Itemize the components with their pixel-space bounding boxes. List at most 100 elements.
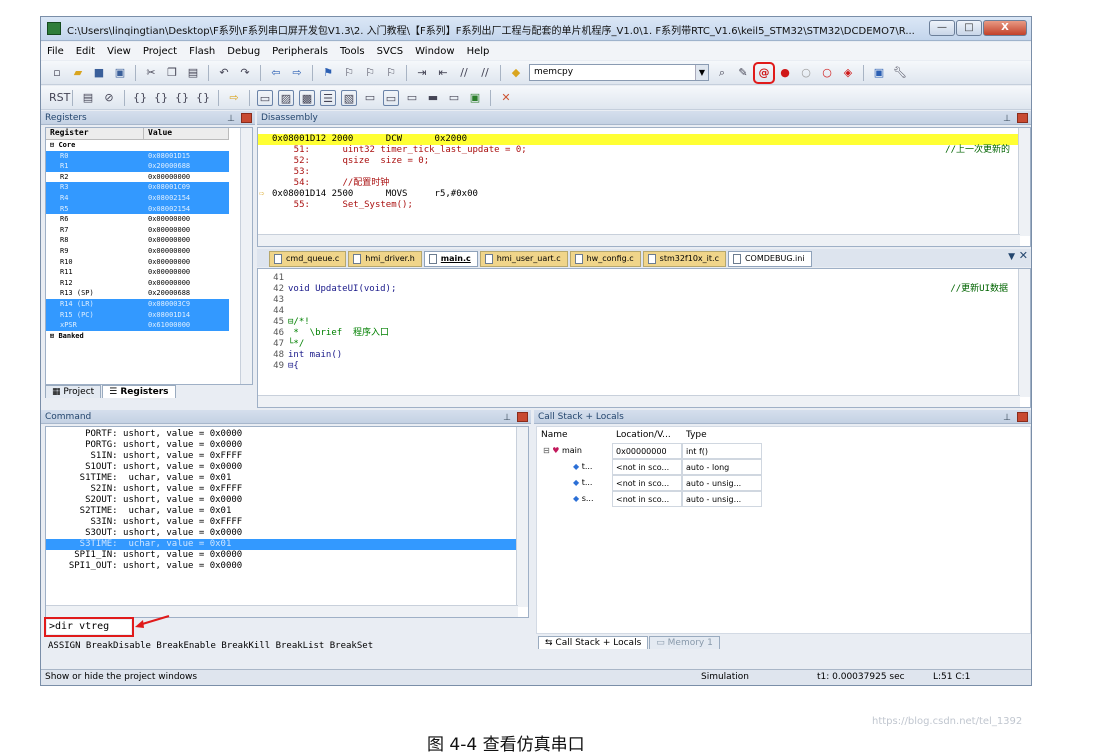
- register-row[interactable]: xPSR 0x61000000: [46, 320, 229, 331]
- breakpoint-icon[interactable]: ●: [777, 65, 793, 81]
- toolbox-icon[interactable]: ✕: [498, 90, 514, 106]
- register-row[interactable]: R3 0x08001C09: [46, 182, 229, 193]
- register-value[interactable]: 0x08002154: [144, 203, 229, 215]
- register-value[interactable]: 0x08002154: [144, 192, 229, 204]
- register-row[interactable]: R9 0x00000000: [46, 246, 229, 257]
- disassembly-line[interactable]: 51: uint32 timer_tick_last_update = 0; //…: [258, 145, 1030, 156]
- close-icon[interactable]: [1017, 113, 1028, 123]
- pin-icon[interactable]: ⊥: [503, 411, 511, 425]
- reset-icon[interactable]: RST: [49, 90, 70, 106]
- indent-icon[interactable]: ⇥: [414, 65, 430, 81]
- register-row[interactable]: R12 0x00000000: [46, 278, 229, 289]
- save-icon[interactable]: ■: [91, 65, 107, 81]
- serial-window-icon[interactable]: ▭: [404, 90, 420, 106]
- register-value[interactable]: 0x00000000: [144, 267, 229, 278]
- undo-icon[interactable]: ↶: [216, 65, 232, 81]
- menu-view[interactable]: View: [107, 46, 131, 57]
- tab-list-icon[interactable]: ▼: [1008, 250, 1015, 264]
- menu-help[interactable]: Help: [467, 46, 490, 57]
- editor-tab[interactable]: hw_config.c: [569, 251, 641, 267]
- col-location[interactable]: Location/V...: [616, 427, 686, 443]
- tab-registers[interactable]: ☰ Registers: [102, 385, 176, 398]
- editor-hscrollbar[interactable]: [258, 395, 1020, 407]
- expand-icon[interactable]: ⊟: [543, 446, 552, 455]
- register-row[interactable]: R7 0x00000000: [46, 225, 229, 236]
- command-window-icon[interactable]: ▭: [257, 89, 273, 106]
- menu-tools[interactable]: Tools: [340, 46, 365, 57]
- nav-back-icon[interactable]: ⇦: [268, 65, 284, 81]
- register-row[interactable]: R1 0x20000688: [46, 161, 229, 172]
- disable-all-breakpoints-icon[interactable]: ○: [819, 65, 835, 81]
- command-scrollbar[interactable]: [516, 427, 528, 607]
- editor-tab[interactable]: COMDEBUG.ini: [727, 251, 812, 267]
- uncomment-icon[interactable]: //: [477, 65, 493, 81]
- register-row[interactable]: R0 0x08001D15: [46, 150, 229, 162]
- step-out-icon[interactable]: {}: [174, 90, 190, 106]
- register-value[interactable]: 0x08001D15: [144, 150, 229, 162]
- menu-flash[interactable]: Flash: [189, 46, 215, 57]
- register-row[interactable]: R13 (SP) 0x20000688: [46, 288, 229, 299]
- core-group[interactable]: ⊟ Core: [46, 140, 229, 151]
- disassembly-line[interactable]: 52: qsize size = 0;: [258, 156, 1030, 167]
- pin-icon[interactable]: ⊥: [227, 112, 235, 126]
- pin-icon[interactable]: ⊥: [1003, 411, 1011, 425]
- register-row[interactable]: R15 (PC) 0x08001D14: [46, 309, 229, 321]
- symbols-window-icon[interactable]: ▩: [299, 89, 315, 106]
- close-icon[interactable]: [241, 113, 252, 123]
- bookmark-icon[interactable]: ⚑: [320, 65, 336, 81]
- close-icon[interactable]: ✕: [1019, 249, 1028, 263]
- system-viewer-icon[interactable]: ▣: [467, 90, 483, 106]
- save-all-icon[interactable]: ▣: [112, 65, 128, 81]
- code-line[interactable]: 43: [258, 295, 1030, 306]
- find-combo[interactable]: memcpy ▼: [529, 64, 709, 81]
- new-file-icon[interactable]: ▫: [49, 65, 65, 81]
- paste-icon[interactable]: ▤: [185, 65, 201, 81]
- menu-debug[interactable]: Debug: [227, 46, 260, 57]
- editor-tab[interactable]: main.c: [423, 251, 478, 267]
- register-row[interactable]: R14 (LR) 0x080003C9: [46, 298, 229, 310]
- menu-file[interactable]: File: [47, 46, 64, 57]
- disassembly-line[interactable]: 53:: [258, 167, 1030, 178]
- prev-bookmark-icon[interactable]: ⚐: [341, 65, 357, 81]
- code-line[interactable]: 45 ⊟/*!: [258, 317, 1030, 328]
- run-to-cursor-icon[interactable]: {}: [195, 90, 211, 106]
- clear-bookmarks-icon[interactable]: ⚐: [383, 65, 399, 81]
- code-line[interactable]: 42 void UpdateUI(void); //更新UI数据: [258, 284, 1030, 295]
- register-value[interactable]: 0x08001D14: [144, 309, 229, 321]
- col-type[interactable]: Type: [686, 427, 766, 443]
- comment-icon[interactable]: //: [456, 65, 472, 81]
- find-in-files-icon[interactable]: ◆: [508, 65, 524, 81]
- run-icon[interactable]: ▤: [80, 90, 96, 106]
- callstack-row[interactable]: ◆ t... <not in sco... auto - unsig...: [537, 475, 1030, 491]
- code-line[interactable]: 44: [258, 306, 1030, 317]
- registers-scrollbar[interactable]: [240, 128, 252, 384]
- unindent-icon[interactable]: ⇤: [435, 65, 451, 81]
- stop-icon[interactable]: ⊘: [101, 90, 117, 106]
- disassembly-line[interactable]: ⇨ 0x08001D14 2500 MOVS r5,#0x00: [258, 189, 1030, 200]
- menu-edit[interactable]: Edit: [76, 46, 95, 57]
- editor-scrollbar[interactable]: [1018, 269, 1030, 397]
- close-icon[interactable]: [517, 412, 528, 422]
- callstack-row[interactable]: ⊟ ♥ main 0x00000000 int f(): [537, 443, 1030, 459]
- editor-tab[interactable]: stm32f10x_it.c: [642, 251, 726, 267]
- menu-project[interactable]: Project: [143, 46, 177, 57]
- minimize-button[interactable]: —: [929, 20, 955, 36]
- register-value[interactable]: 0x00000000: [144, 246, 229, 257]
- maximize-button[interactable]: □: [956, 20, 982, 36]
- configure-icon[interactable]: 🔧︎: [892, 65, 908, 81]
- call-stack-window-icon[interactable]: ▧: [341, 89, 357, 106]
- show-next-statement-icon[interactable]: ⇨: [226, 90, 242, 106]
- register-value[interactable]: 0x20000688: [144, 288, 229, 299]
- register-value[interactable]: 0x080003C9: [144, 298, 229, 310]
- register-value[interactable]: 0x20000688: [144, 161, 229, 172]
- kill-breakpoints-icon[interactable]: ◈: [840, 65, 856, 81]
- tab-memory[interactable]: ▭ Memory 1: [649, 636, 720, 649]
- menu-window[interactable]: Window: [415, 46, 454, 57]
- register-row[interactable]: R2 0x00000000: [46, 172, 229, 183]
- command-input[interactable]: >dir vtreg: [44, 617, 134, 637]
- menu-peripherals[interactable]: Peripherals: [272, 46, 328, 57]
- register-value[interactable]: 0x61000000: [144, 320, 229, 331]
- trace-window-icon[interactable]: ▭: [446, 90, 462, 106]
- registers-window-icon[interactable]: ☰: [320, 89, 336, 106]
- editor-tab[interactable]: cmd_queue.c: [269, 251, 347, 267]
